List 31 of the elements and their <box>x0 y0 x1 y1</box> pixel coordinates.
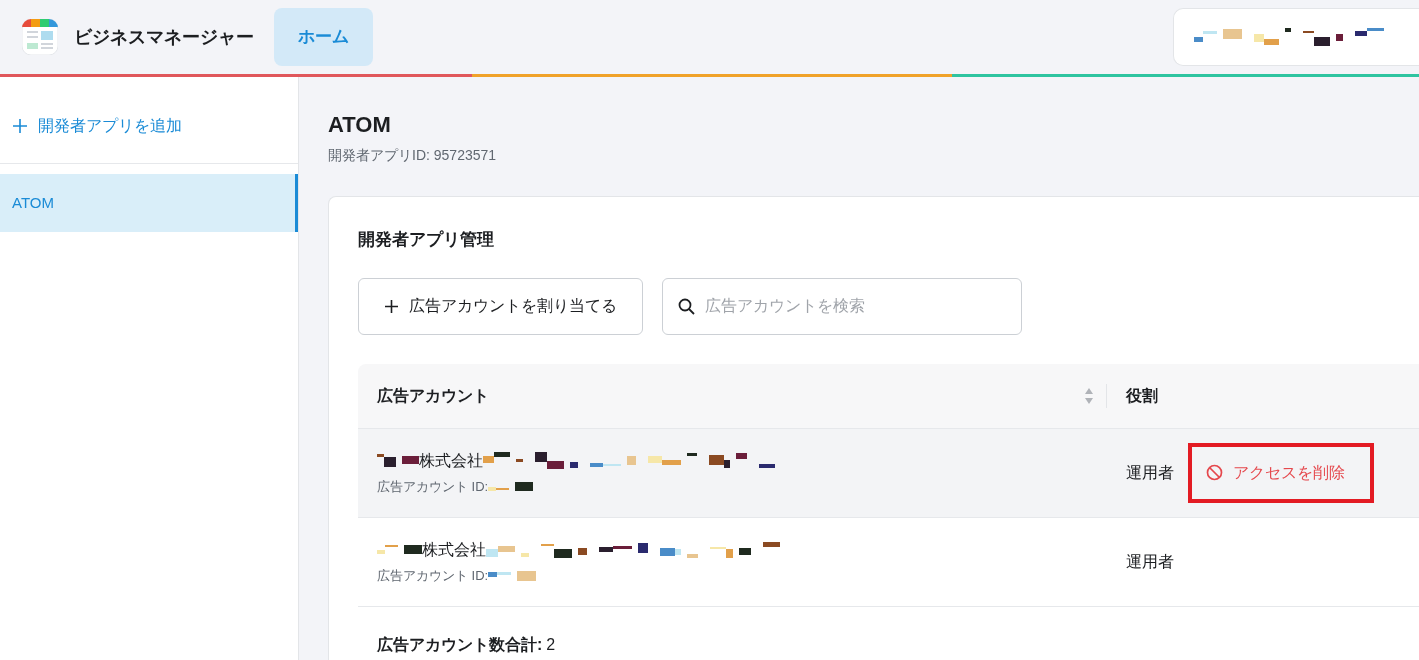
search-icon <box>678 297 695 315</box>
plus-icon <box>384 298 399 314</box>
search-field[interactable]: 広告アカウントを検索 <box>662 277 1022 335</box>
column-header: 役割 <box>1125 385 1158 406</box>
column-header: 広告アカウント <box>377 385 490 406</box>
role-text: 運用者 <box>1126 551 1174 572</box>
page-title: ATOM <box>328 111 392 139</box>
redaction-drawing <box>488 570 537 581</box>
add-app-button[interactable]: 開発者アプリを追加 <box>0 113 182 139</box>
redaction-drawing <box>377 545 422 555</box>
sidebar-item[interactable]: ATOM <box>0 174 298 232</box>
prohibited-icon <box>1206 464 1223 481</box>
account-id-label: 広告アカウント ID: <box>377 566 489 585</box>
page-subtitle: 開発者アプリID: 95723571 <box>328 146 498 165</box>
redaction-drawing <box>488 482 534 491</box>
total-label: 広告アカウント数合計: <box>377 634 543 655</box>
account-name: 株式会社 <box>422 539 486 560</box>
account-id-label: 広告アカウント ID: <box>377 477 489 496</box>
table-row[interactable]: 株式会社 広告アカウント ID: 運用者 アクセスを削除 <box>358 428 1419 518</box>
nav-tab[interactable]: ホーム <box>274 8 373 66</box>
account-name: 株式会社 <box>419 450 483 471</box>
remove-access-button[interactable]: アクセスを削除 <box>1188 442 1374 503</box>
app-logo-icon <box>22 19 58 55</box>
plus-icon <box>12 118 28 134</box>
role-text: 運用者 <box>1126 462 1174 483</box>
card-title: 開発者アプリ管理 <box>358 229 495 251</box>
assign-account-button[interactable]: 広告アカウントを割り当てる <box>358 277 643 335</box>
app-name: ビジネスマネージャー <box>74 25 254 49</box>
redaction-drawing <box>377 454 419 468</box>
total-value: 2 <box>546 634 556 655</box>
account-switcher[interactable] <box>1173 8 1419 66</box>
